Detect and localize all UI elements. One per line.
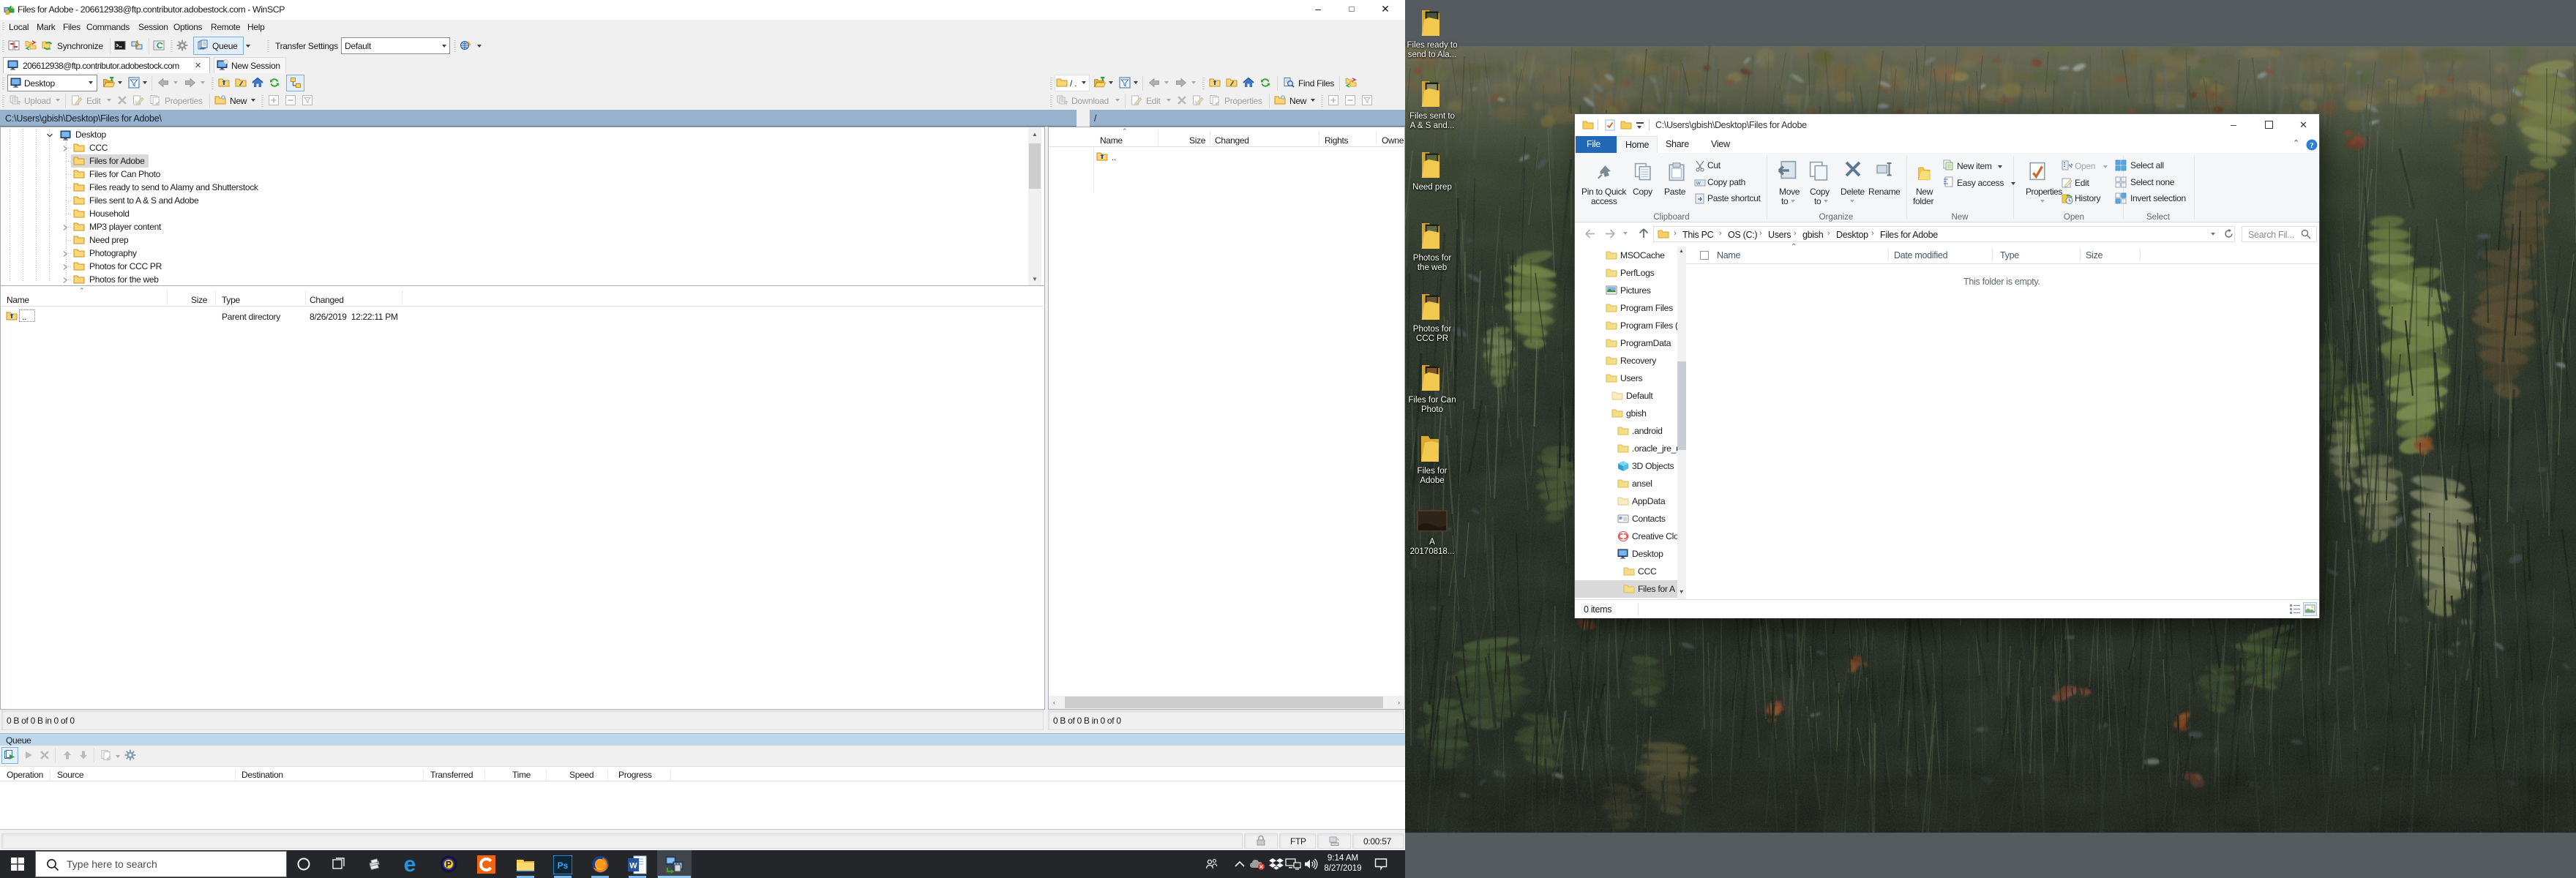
svg-text:x: x xyxy=(1194,100,1197,105)
svg-text:P: P xyxy=(446,860,452,870)
svg-text:W: W xyxy=(629,862,637,871)
svg-text:W: W xyxy=(1696,182,1701,187)
svg-text:e: e xyxy=(404,853,416,875)
svg-text:?: ? xyxy=(2310,141,2314,150)
svg-text:Ps: Ps xyxy=(558,860,569,871)
svg-text:x: x xyxy=(135,100,138,105)
